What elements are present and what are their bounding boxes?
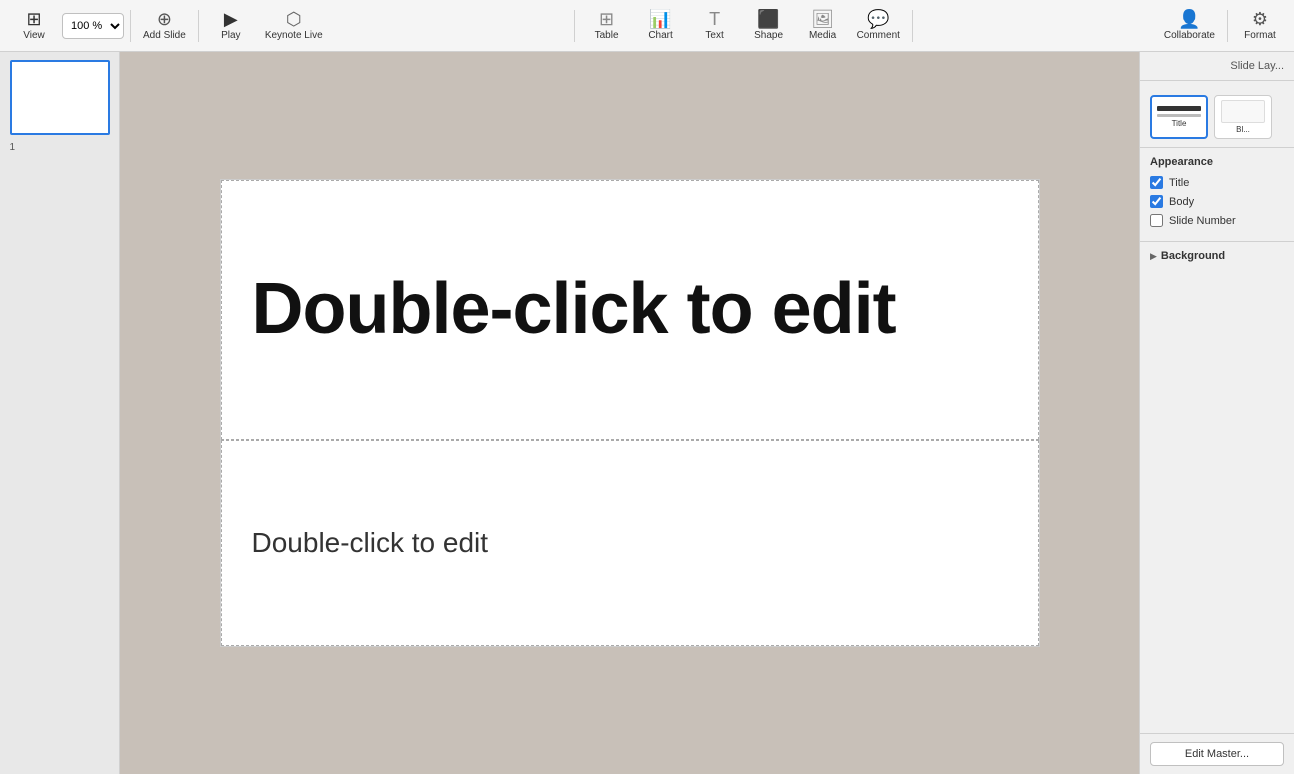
canvas-area: Double-click to edit Double-click to edi… [120, 52, 1139, 774]
media-label: Media [809, 30, 836, 41]
add-slide-button[interactable]: ⊕ Add Slide [137, 4, 192, 48]
title-checkbox[interactable] [1150, 176, 1163, 189]
separator-5 [1227, 10, 1228, 42]
slide-number-1: 1 [10, 142, 16, 153]
table-button[interactable]: ⊞ Table [581, 4, 633, 48]
layout-option-blank[interactable]: Bl... [1214, 95, 1272, 139]
slide-title-box[interactable]: Double-click to edit [221, 180, 1039, 440]
slide-panel: 1 [0, 52, 120, 774]
shape-label: Shape [754, 30, 783, 41]
collaborate-icon: 👤 [1178, 10, 1200, 28]
layout-option-title[interactable]: Title [1150, 95, 1208, 139]
layout-section: Title Bl... [1140, 81, 1294, 147]
title-checkbox-row: Title [1150, 176, 1284, 189]
collaborate-label: Collaborate [1164, 30, 1215, 41]
slide-number-checkbox[interactable] [1150, 214, 1163, 227]
toolbar-center-group: ⊞ Table 📊 Chart T Text ⬛ Shape 🖼 Media 💬… [331, 4, 1156, 48]
comment-icon: 💬 [867, 10, 889, 28]
comment-button[interactable]: 💬 Comment [851, 4, 906, 48]
toolbar-left-group: ⊞ View 50 % 75 % 100 % 125 % 150 % 200 %… [8, 4, 329, 48]
body-checkbox[interactable] [1150, 195, 1163, 208]
layout-line-thick-1 [1157, 106, 1201, 111]
edit-master-section: Edit Master... [1140, 733, 1294, 774]
slide-title-text[interactable]: Double-click to edit [252, 270, 896, 349]
text-icon: T [709, 10, 720, 28]
appearance-title: Appearance [1150, 156, 1284, 168]
layout-option-blank-label: Bl... [1236, 125, 1250, 134]
layout-lines-title [1157, 106, 1201, 117]
slide-layout-header: Slide Lay... [1140, 52, 1294, 81]
body-checkbox-row: Body [1150, 195, 1284, 208]
view-label: View [23, 30, 45, 41]
format-button[interactable]: ⚙ Format [1234, 4, 1286, 48]
toolbar-right-group: 👤 Collaborate ⚙ Format [1158, 4, 1286, 48]
keynote-live-icon: ⬡ [286, 10, 302, 28]
add-slide-icon: ⊕ [157, 10, 172, 28]
play-label: Play [221, 30, 240, 41]
table-label: Table [595, 30, 619, 41]
media-icon: 🖼 [811, 10, 834, 28]
title-checkbox-label[interactable]: Title [1169, 177, 1189, 189]
slide-body-text[interactable]: Double-click to edit [252, 527, 489, 559]
layout-line-thin-1 [1157, 114, 1201, 117]
layout-option-title-label: Title [1172, 119, 1187, 128]
chart-icon: 📊 [649, 10, 671, 28]
view-button[interactable]: ⊞ View [8, 4, 60, 48]
separator-1 [130, 10, 131, 42]
keynote-live-label: Keynote Live [265, 30, 323, 41]
main-area: 1 Double-click to edit Double-click to e… [0, 52, 1294, 774]
edit-master-button[interactable]: Edit Master... [1150, 742, 1284, 766]
zoom-control[interactable]: 50 % 75 % 100 % 125 % 150 % 200 % [62, 13, 124, 39]
view-icon: ⊞ [26, 10, 41, 28]
media-button[interactable]: 🖼 Media [797, 4, 849, 48]
play-icon: ▶ [224, 10, 238, 28]
layout-blank-preview [1221, 100, 1265, 123]
background-title: Background [1161, 250, 1225, 262]
zoom-select[interactable]: 50 % 75 % 100 % 125 % 150 % 200 % [63, 19, 123, 33]
shape-button[interactable]: ⬛ Shape [743, 4, 795, 48]
chart-button[interactable]: 📊 Chart [635, 4, 687, 48]
spacer [1140, 270, 1294, 733]
chart-label: Chart [648, 30, 672, 41]
separator-3 [574, 10, 575, 42]
slide-number-checkbox-row: Slide Number [1150, 214, 1284, 227]
text-label: Text [705, 30, 723, 41]
background-header[interactable]: ▶ Background [1150, 250, 1284, 262]
format-icon: ⚙ [1252, 10, 1268, 28]
comment-label: Comment [857, 30, 900, 41]
separator-4 [912, 10, 913, 42]
background-section: ▶ Background [1140, 241, 1294, 270]
body-checkbox-label[interactable]: Body [1169, 196, 1194, 208]
separator-2 [198, 10, 199, 42]
slide-canvas[interactable]: Double-click to edit Double-click to edi… [220, 179, 1040, 647]
shape-icon: ⬛ [757, 10, 779, 28]
text-button[interactable]: T Text [689, 4, 741, 48]
chevron-right-icon: ▶ [1150, 251, 1157, 262]
toolbar: ⊞ View 50 % 75 % 100 % 125 % 150 % 200 %… [0, 0, 1294, 52]
slide-body-box[interactable]: Double-click to edit [221, 440, 1039, 646]
table-icon: ⊞ [599, 10, 614, 28]
slide-number-checkbox-label[interactable]: Slide Number [1169, 215, 1236, 227]
add-slide-label: Add Slide [143, 30, 186, 41]
layout-options: Title Bl... [1150, 95, 1284, 139]
slide-thumbnail-1[interactable] [10, 60, 110, 135]
keynote-live-button[interactable]: ⬡ Keynote Live [259, 4, 329, 48]
collaborate-button[interactable]: 👤 Collaborate [1158, 4, 1221, 48]
appearance-section: Appearance Title Body Slide Number [1140, 147, 1294, 241]
play-button[interactable]: ▶ Play [205, 4, 257, 48]
right-panel: Slide Lay... Title Bl... [1139, 52, 1294, 774]
format-label: Format [1244, 30, 1276, 41]
